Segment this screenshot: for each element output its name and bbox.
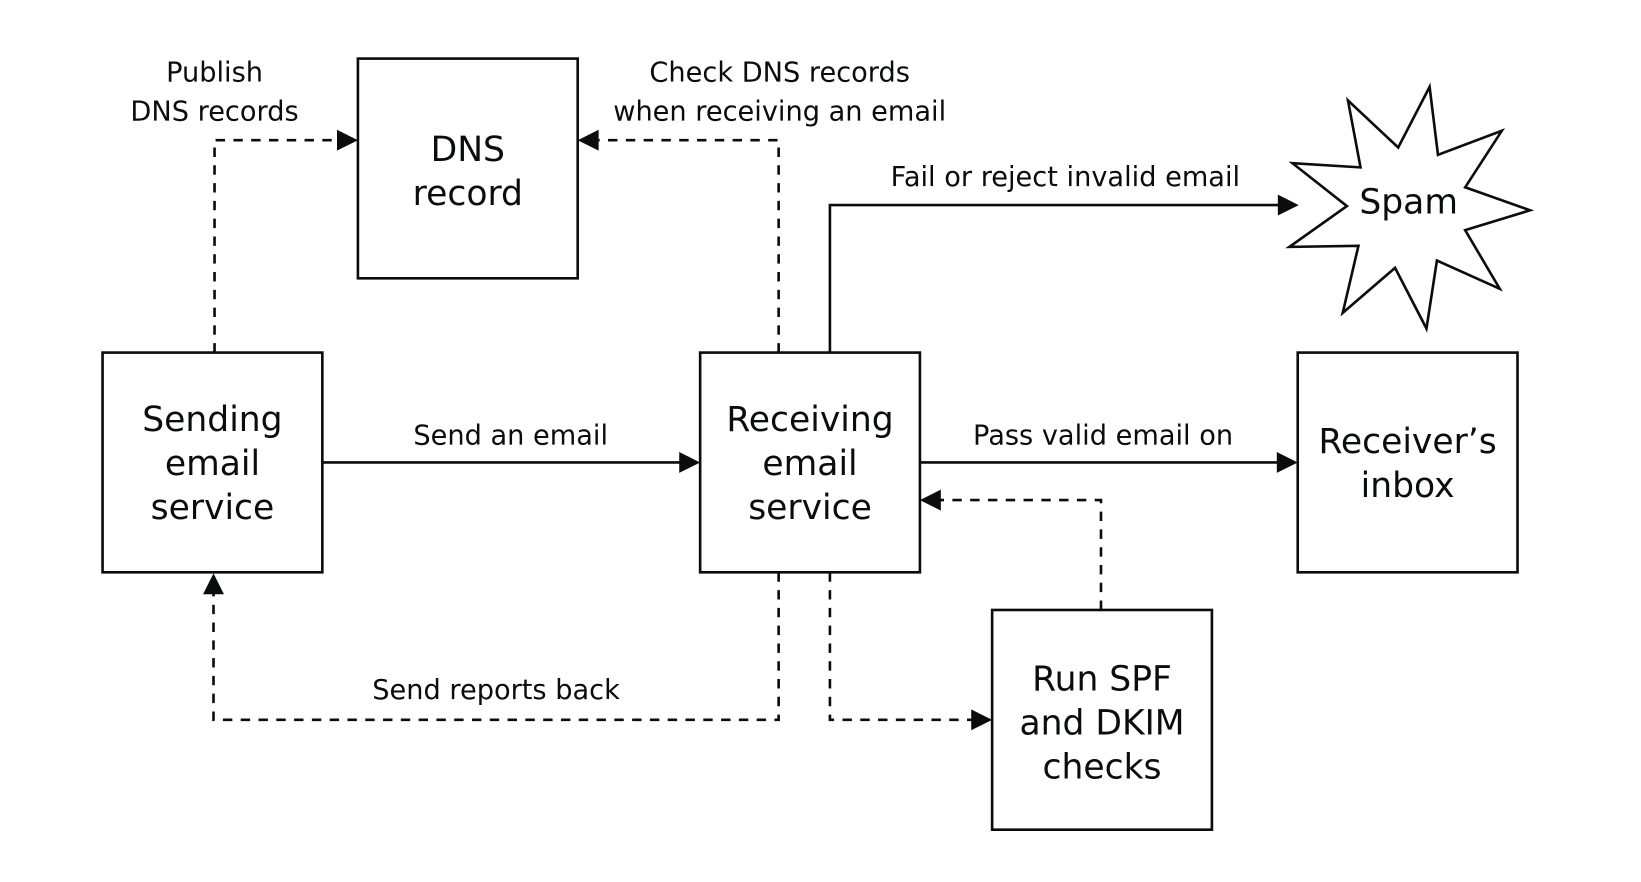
node-sending-email-service: Sending email service	[101, 351, 324, 574]
edge-fail-to-spam: Fail or reject invalid email	[828, 162, 1299, 353]
node-label: service	[748, 488, 872, 528]
node-receivers-inbox: Receiver’s inbox	[1296, 351, 1519, 574]
edge-label: Check DNS records	[649, 58, 910, 89]
node-label: Run SPF	[1032, 660, 1172, 700]
node-label: Receiver’s	[1318, 422, 1496, 462]
node-run-spf-dkim-checks: Run SPF and DKIM checks	[990, 608, 1214, 831]
edge-label: Send reports back	[372, 675, 620, 706]
node-spam: Spam	[1285, 82, 1535, 333]
arrowhead	[1276, 451, 1298, 473]
node-label: email	[762, 444, 857, 484]
edge-label: DNS records	[130, 96, 298, 127]
node-dns-record: DNS record	[356, 57, 580, 280]
edge-to-checks	[828, 572, 993, 731]
edge-label: Publish	[166, 58, 263, 89]
edge-checks-result	[919, 489, 1103, 610]
arrowhead	[577, 129, 599, 151]
node-label: inbox	[1361, 466, 1455, 506]
edge-publish-dns-records: Publish DNS records	[130, 58, 358, 353]
edge-send-email: Send an email	[322, 421, 701, 473]
node-label: Receiving	[726, 400, 893, 440]
email-authentication-diagram: Publish DNS records Check DNS records wh…	[101, 57, 1535, 831]
node-label: and DKIM	[1019, 703, 1184, 743]
node-receiving-email-service: Receiving email service	[698, 351, 922, 574]
edge-label: Fail or reject invalid email	[891, 162, 1240, 193]
edge-send-reports-back: Send reports back	[203, 572, 780, 722]
edge-label: Pass valid email on	[973, 421, 1233, 452]
arrowhead	[203, 573, 224, 595]
node-label: DNS	[431, 130, 505, 170]
node-label: record	[413, 174, 523, 214]
node-label: service	[151, 488, 275, 528]
edge-pass-valid-email: Pass valid email on	[919, 421, 1298, 473]
edge-label: when receiving an email	[613, 96, 946, 127]
arrowhead	[336, 129, 358, 151]
node-label: email	[165, 444, 260, 484]
arrowhead	[971, 709, 993, 731]
arrowhead	[919, 489, 941, 511]
arrowhead	[679, 451, 701, 473]
node-label: Spam	[1359, 182, 1458, 222]
edge-label: Send an email	[413, 421, 608, 452]
arrowhead	[1277, 194, 1299, 216]
node-label: checks	[1042, 747, 1161, 787]
node-label: Sending	[142, 400, 282, 440]
